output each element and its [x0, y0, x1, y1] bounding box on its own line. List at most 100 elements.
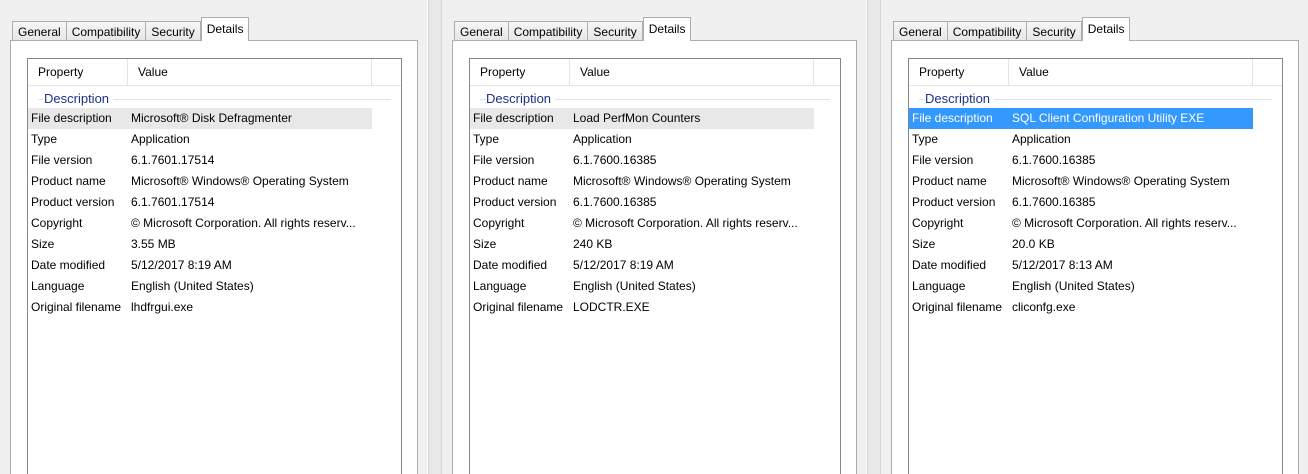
- list-row-copyright[interactable]: Copyright © Microsoft Corporation. All ri…: [28, 213, 401, 234]
- group-title: Description: [44, 90, 114, 108]
- details-page: Property Value Description File descript…: [891, 40, 1299, 474]
- property-value: 240 KB: [573, 237, 613, 251]
- property-key: Original filename: [31, 300, 122, 314]
- tab-security[interactable]: Security: [1026, 21, 1082, 41]
- property-key: Copyright: [31, 216, 83, 230]
- list-row-size[interactable]: Size 20.0 KB: [909, 234, 1282, 255]
- property-value: 5/12/2017 8:19 AM: [131, 258, 232, 272]
- list-row-product-name[interactable]: Product name Microsoft® Windows® Operatin…: [28, 171, 401, 192]
- column-property[interactable]: Property: [28, 59, 128, 85]
- tab-security[interactable]: Security: [587, 21, 643, 41]
- list-row-type[interactable]: Type Application: [28, 129, 401, 150]
- property-value: LODCTR.EXE: [573, 300, 650, 314]
- property-value: 5/12/2017 8:13 AM: [1012, 258, 1113, 272]
- details-page: Property Value Description File descript…: [10, 40, 418, 474]
- property-value: SQL Client Configuration Utility EXE: [1012, 111, 1205, 125]
- property-value: Application: [1012, 132, 1071, 146]
- group-description: Description: [38, 90, 391, 108]
- tab-compatibility[interactable]: Compatibility: [946, 21, 1028, 41]
- property-key: Language: [31, 279, 85, 293]
- list-row-file-version[interactable]: File version 6.1.7600.16385: [470, 150, 840, 171]
- tab-compatibility[interactable]: Compatibility: [65, 21, 147, 41]
- property-value: Microsoft® Windows® Operating System: [131, 174, 349, 188]
- property-value: English (United States): [573, 279, 696, 293]
- details-listview[interactable]: Property Value Description File descript…: [27, 58, 402, 474]
- property-key: Size: [912, 237, 936, 251]
- tab-general[interactable]: General: [12, 21, 67, 41]
- property-value: Application: [573, 132, 632, 146]
- property-rows: File description SQL Client Configuration…: [909, 108, 1282, 318]
- list-row-file-description[interactable]: File description SQL Client Configuration…: [909, 108, 1253, 129]
- details-listview[interactable]: Property Value Description File descript…: [469, 58, 841, 474]
- list-row-date-modified[interactable]: Date modified 5/12/2017 8:19 AM: [470, 255, 840, 276]
- column-property[interactable]: Property: [909, 59, 1009, 85]
- list-row-file-description[interactable]: File description Microsoft® Disk Defragme…: [28, 108, 372, 129]
- property-key: Product name: [31, 174, 106, 188]
- list-row-original-filename[interactable]: Original filename LODCTR.EXE: [470, 297, 840, 318]
- tab-security[interactable]: Security: [145, 21, 201, 41]
- list-row-file-version[interactable]: File version 6.1.7600.16385: [909, 150, 1282, 171]
- list-row-product-version[interactable]: Product version 6.1.7600.16385: [470, 192, 840, 213]
- list-row-type[interactable]: Type Application: [909, 129, 1282, 150]
- property-value: Microsoft® Disk Defragmenter: [131, 111, 292, 125]
- property-key: Language: [912, 279, 966, 293]
- column-value[interactable]: Value: [1009, 59, 1253, 85]
- list-row-date-modified[interactable]: Date modified 5/12/2017 8:19 AM: [28, 255, 401, 276]
- property-key: File version: [912, 153, 974, 167]
- tab-strip: General Compatibility Security Details: [12, 17, 250, 41]
- window-divider: [428, 0, 442, 474]
- group-title: Description: [925, 90, 995, 108]
- column-property[interactable]: Property: [470, 59, 570, 85]
- list-row-copyright[interactable]: Copyright © Microsoft Corporation. All ri…: [909, 213, 1282, 234]
- list-row-size[interactable]: Size 3.55 MB: [28, 234, 401, 255]
- property-key: Product version: [31, 195, 115, 209]
- list-row-product-name[interactable]: Product name Microsoft® Windows® Operatin…: [470, 171, 840, 192]
- property-value: 6.1.7601.17514: [131, 153, 215, 167]
- column-value[interactable]: Value: [128, 59, 372, 85]
- list-row-product-version[interactable]: Product version 6.1.7601.17514: [28, 192, 401, 213]
- list-row-product-name[interactable]: Product name Microsoft® Windows® Operatin…: [909, 171, 1282, 192]
- properties-panel-1: General Compatibility Security Details P…: [0, 0, 427, 474]
- property-rows: File description Microsoft® Disk Defragme…: [28, 108, 401, 318]
- property-key: Type: [473, 132, 500, 146]
- property-key: Type: [31, 132, 58, 146]
- property-value: 6.1.7600.16385: [1012, 153, 1096, 167]
- property-key: Date modified: [473, 258, 548, 272]
- list-row-file-description[interactable]: File description Load PerfMon Counters: [470, 108, 814, 129]
- tab-details[interactable]: Details: [200, 17, 250, 41]
- list-row-size[interactable]: Size 240 KB: [470, 234, 840, 255]
- list-row-type[interactable]: Type Application: [470, 129, 840, 150]
- column-header: Property Value: [470, 59, 840, 86]
- property-key: Product version: [912, 195, 996, 209]
- list-row-file-version[interactable]: File version 6.1.7601.17514: [28, 150, 401, 171]
- column-value[interactable]: Value: [570, 59, 814, 85]
- property-value: Application: [131, 132, 190, 146]
- list-row-language[interactable]: Language English (United States): [909, 276, 1282, 297]
- property-value: 5/12/2017 8:19 AM: [573, 258, 674, 272]
- window-divider: [867, 0, 881, 474]
- tab-strip: General Compatibility Security Details: [454, 17, 692, 41]
- property-value: 6.1.7601.17514: [131, 195, 215, 209]
- property-value: © Microsoft Corporation. All rights rese…: [573, 216, 798, 230]
- details-listview[interactable]: Property Value Description File descript…: [908, 58, 1283, 474]
- property-key: Date modified: [912, 258, 987, 272]
- tab-details[interactable]: Details: [1081, 17, 1131, 41]
- tab-general[interactable]: General: [454, 21, 509, 41]
- property-value: Load PerfMon Counters: [573, 111, 701, 125]
- list-row-copyright[interactable]: Copyright © Microsoft Corporation. All ri…: [470, 213, 840, 234]
- property-key: Product version: [473, 195, 557, 209]
- list-row-product-version[interactable]: Product version 6.1.7600.16385: [909, 192, 1282, 213]
- properties-panel-2: General Compatibility Security Details P…: [442, 0, 866, 474]
- list-row-original-filename[interactable]: Original filename cliconfg.exe: [909, 297, 1282, 318]
- tab-details[interactable]: Details: [642, 17, 692, 41]
- group-title: Description: [486, 90, 556, 108]
- list-row-original-filename[interactable]: Original filename lhdfrgui.exe: [28, 297, 401, 318]
- property-key: Original filename: [473, 300, 564, 314]
- list-row-language[interactable]: Language English (United States): [28, 276, 401, 297]
- list-row-date-modified[interactable]: Date modified 5/12/2017 8:13 AM: [909, 255, 1282, 276]
- tab-general[interactable]: General: [893, 21, 948, 41]
- list-row-language[interactable]: Language English (United States): [470, 276, 840, 297]
- property-value: 20.0 KB: [1012, 237, 1055, 251]
- property-value: English (United States): [131, 279, 254, 293]
- tab-compatibility[interactable]: Compatibility: [507, 21, 589, 41]
